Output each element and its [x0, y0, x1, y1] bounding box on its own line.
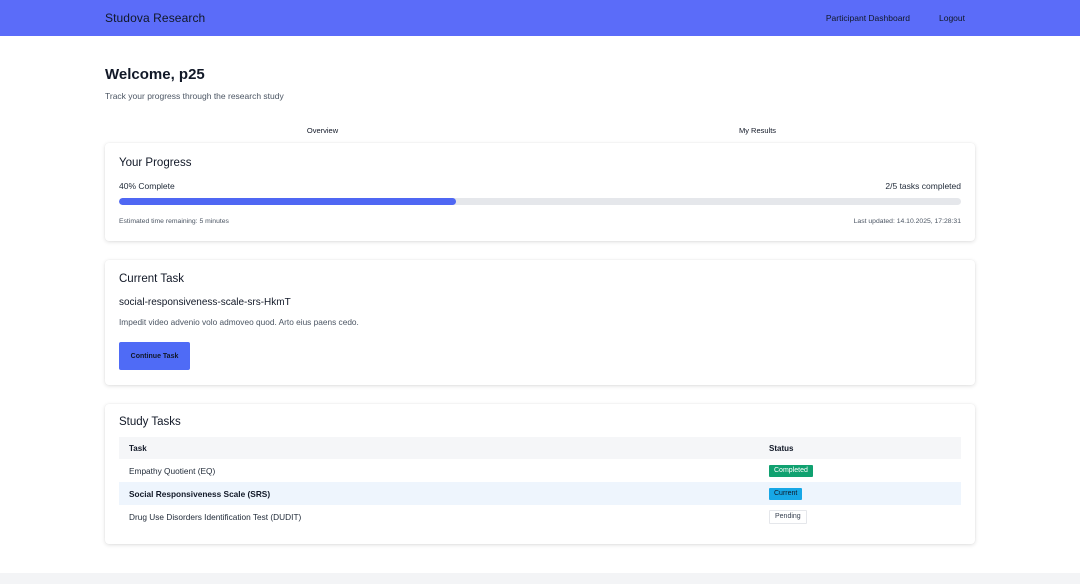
study-tasks-card-title: Study Tasks [119, 416, 181, 428]
column-header-status: Status [759, 437, 961, 459]
footer-strip [0, 573, 1080, 584]
page-title: Welcome, p25 [105, 66, 205, 83]
task-name-cell: Social Responsiveness Scale (SRS) [119, 482, 759, 505]
current-task-description: Impedit video advenio volo admoveo quod.… [119, 317, 359, 327]
continue-task-button[interactable]: Continue Task [119, 342, 190, 370]
study-tasks-table: Task Status Empathy Quotient (EQ) Comple… [119, 437, 961, 528]
progress-percent-label: 40% Complete [119, 181, 175, 191]
brand-logo-text[interactable]: Studova Research [105, 11, 205, 25]
estimated-time-text: Estimated time remaining: 5 minutes [119, 218, 229, 225]
nav-participant-dashboard-link[interactable]: Participant Dashboard [826, 13, 910, 23]
current-task-card: Current Task social-responsiveness-scale… [105, 260, 975, 385]
task-status-cell: Completed [759, 459, 961, 482]
current-task-code: social-responsiveness-scale-srs-HkmT [119, 297, 291, 308]
top-nav: Participant Dashboard Logout [826, 13, 965, 23]
table-row: Social Responsiveness Scale (SRS) Curren… [119, 482, 961, 505]
table-header-row: Task Status [119, 437, 961, 459]
main-content: Welcome, p25 Track your progress through… [105, 66, 975, 544]
tab-overview[interactable]: Overview [105, 123, 540, 139]
task-name-cell: Empathy Quotient (EQ) [129, 465, 216, 476]
nav-logout-link[interactable]: Logout [939, 13, 965, 23]
status-badge-current: Current [769, 488, 803, 500]
task-status-cell: Pending [759, 505, 961, 528]
task-name-cell: Drug Use Disorders Identification Test (… [129, 511, 302, 522]
last-updated-text: Last updated: 14.10.2025, 17:28:31 [853, 218, 961, 225]
table-row: Drug Use Disorders Identification Test (… [119, 505, 961, 528]
page-subtitle: Track your progress through the research… [105, 91, 284, 101]
progress-card: Your Progress 40% Complete 2/5 tasks com… [105, 143, 975, 241]
tab-my-results[interactable]: My Results [540, 123, 975, 139]
status-badge-completed: Completed [769, 465, 813, 477]
task-status-cell: Current [759, 482, 961, 505]
study-tasks-card: Study Tasks Task Status Empathy Quotient… [105, 404, 975, 544]
tab-bar: Overview My Results [105, 123, 975, 139]
progress-tasks-count: 2/5 tasks completed [885, 181, 961, 191]
progress-meta-row: Estimated time remaining: 5 minutes Last… [119, 218, 961, 225]
progress-card-title: Your Progress [119, 157, 192, 169]
progress-summary-row: 40% Complete 2/5 tasks completed [119, 181, 961, 191]
status-badge-pending: Pending [769, 509, 807, 524]
progress-bar [119, 198, 961, 205]
progress-bar-fill [119, 198, 456, 205]
column-header-task: Task [119, 437, 759, 459]
table-row: Empathy Quotient (EQ) Completed [119, 459, 961, 482]
current-task-card-title: Current Task [119, 273, 184, 285]
top-navbar: Studova Research Participant Dashboard L… [0, 0, 1080, 36]
